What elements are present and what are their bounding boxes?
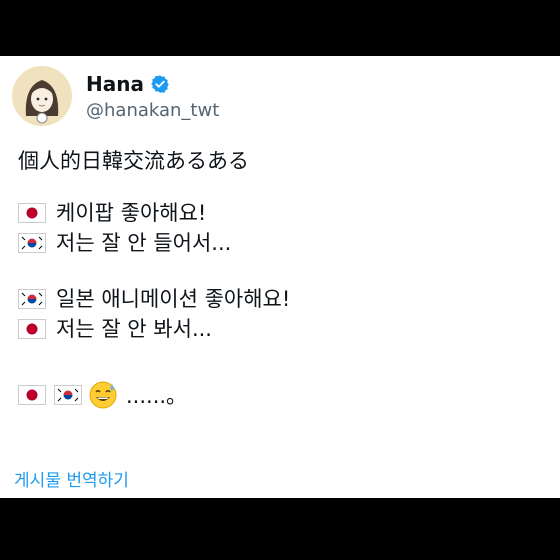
closing-text: ......。: [126, 384, 188, 408]
japan-flag-icon: [18, 385, 46, 405]
exchange-line: 저는 잘 안 들어서...: [18, 228, 548, 258]
exchange-text: 케이팝 좋아해요!: [56, 201, 207, 225]
korea-flag-icon: [18, 233, 46, 253]
japan-flag-icon: [18, 319, 46, 339]
exchange-line: 저는 잘 안 봐서...: [18, 314, 548, 344]
japan-flag-icon: [18, 203, 46, 223]
verified-badge-icon: [150, 74, 170, 94]
author-name[interactable]: Hana: [86, 72, 144, 96]
post-body: 個人的日韓交流あるある 케이팝 좋아해요! 저는 잘 안 들어서... 일본 애…: [18, 146, 548, 410]
exchange-text: 일본 애니메이션 좋아해요!: [56, 287, 291, 311]
exchange-line: 케이팝 좋아해요!: [18, 198, 548, 228]
korea-flag-icon: [18, 289, 46, 309]
exchange-text: 저는 잘 안 봐서...: [56, 317, 212, 341]
author-handle[interactable]: @hanakan_twt: [86, 100, 219, 121]
avatar[interactable]: [12, 66, 72, 126]
exchange-line: 일본 애니메이션 좋아해요!: [18, 284, 548, 314]
closing-line: ......。: [18, 380, 548, 410]
korea-flag-icon: [54, 385, 82, 405]
translate-post-link[interactable]: 게시물 번역하기: [14, 466, 129, 491]
post-title-line: 個人的日韓交流あるある: [18, 149, 249, 173]
sweat-smile-emoji-icon: [88, 380, 118, 410]
tweet-card: Hana @hanakan_twt 個人的日韓交流あるある 케이팝 좋아해요! …: [0, 56, 560, 498]
exchange-text: 저는 잘 안 들어서...: [56, 231, 232, 255]
